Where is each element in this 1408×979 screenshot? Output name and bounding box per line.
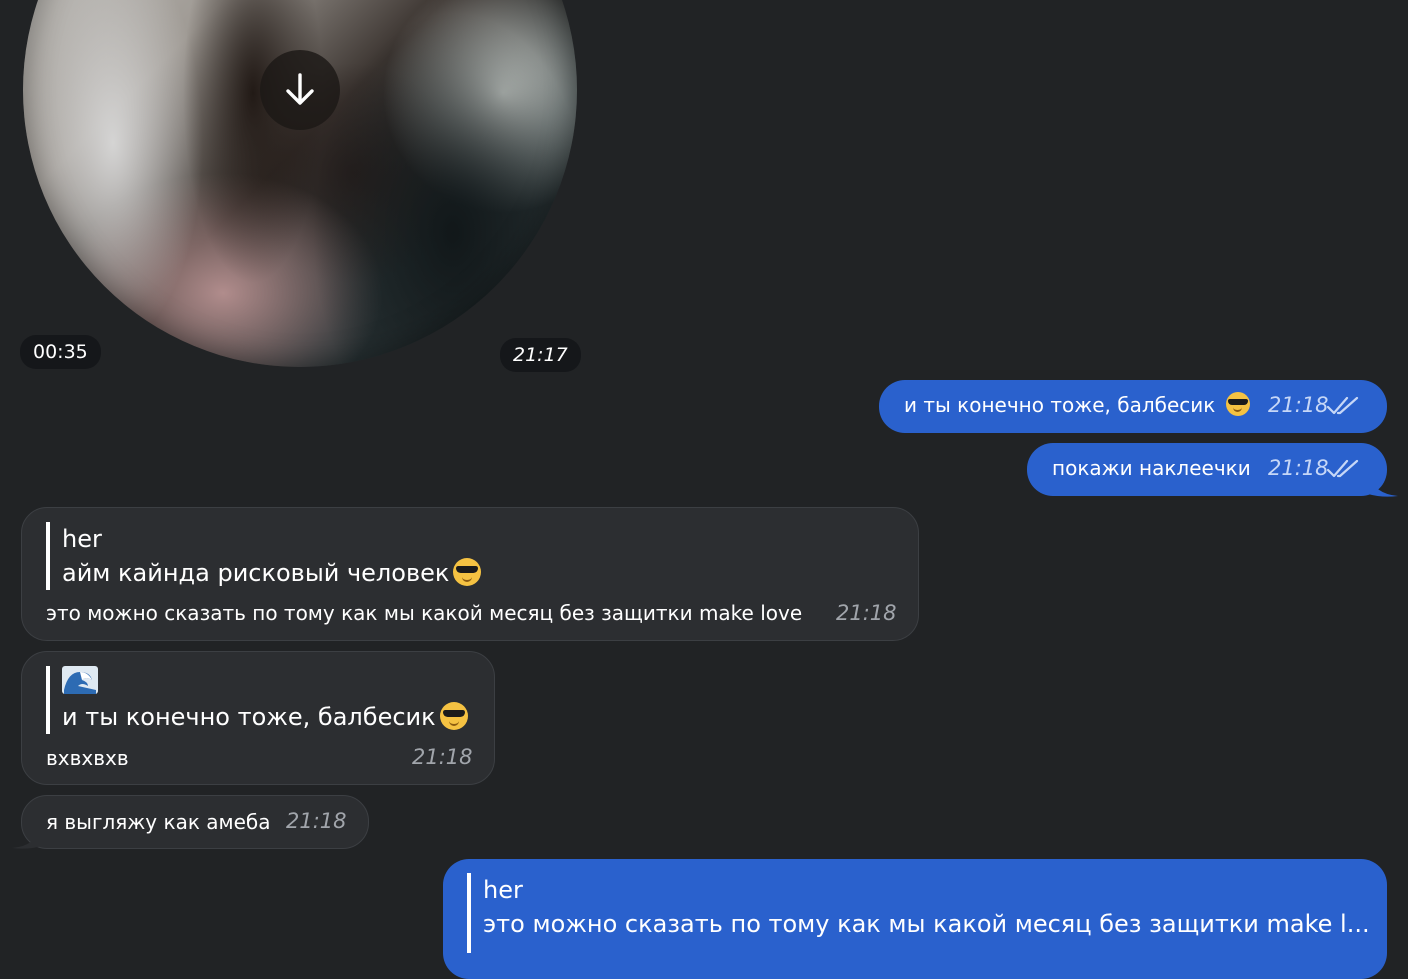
sunglasses-emoji-icon: [1226, 392, 1250, 416]
message-text: и ты конечно тоже, балбесик: [904, 393, 1216, 417]
incoming-message[interactable]: her айм кайнда рисковый человек это можн…: [21, 507, 919, 641]
message-text: я выгляжу как амеба: [46, 810, 271, 834]
reply-author: her: [483, 876, 523, 904]
double-check-icon: [1327, 459, 1359, 478]
outgoing-message[interactable]: her это можно сказать по тому как мы как…: [443, 859, 1387, 979]
message-time: 21:18: [1268, 393, 1329, 417]
message-time: 21:18: [1268, 456, 1329, 480]
outgoing-message[interactable]: и ты конечно тоже, балбесик 21:18: [879, 380, 1387, 433]
reply-author: her: [62, 525, 102, 553]
message-time: 21:18: [836, 601, 897, 625]
water-wave-emoji-icon: [62, 666, 98, 694]
incoming-message[interactable]: и ты конечно тоже, балбесик вхвхвхв 21:1…: [21, 651, 495, 785]
outgoing-message[interactable]: покажи наклеечки 21:18: [1027, 443, 1387, 496]
message-time: 21:18: [412, 745, 473, 769]
reply-text: и ты конечно тоже, балбесик: [62, 703, 436, 731]
video-time: 21:17: [500, 338, 581, 372]
message-text: вхвхвхв: [46, 746, 129, 770]
sunglasses-emoji-icon: [453, 558, 482, 586]
message-time: 21:18: [286, 809, 347, 833]
bubble-tail: [12, 826, 42, 849]
reply-text: это можно сказать по тому как мы какой м…: [483, 910, 1370, 938]
reply-quote[interactable]: her это можно сказать по тому как мы как…: [467, 873, 1370, 953]
download-button[interactable]: [260, 50, 340, 130]
reply-quote[interactable]: her айм кайнда рисковый человек: [46, 522, 482, 590]
arrow-down-icon: [286, 73, 314, 105]
reply-quote[interactable]: и ты конечно тоже, балбесик: [46, 666, 468, 734]
reply-text: айм кайнда рисковый человек: [62, 559, 450, 587]
video-duration: 00:35: [20, 335, 101, 369]
bubble-tail: [1368, 474, 1398, 497]
message-text: это можно сказать по тому как мы какой м…: [46, 601, 803, 625]
message-text: покажи наклеечки: [1052, 456, 1251, 480]
sunglasses-emoji-icon: [439, 702, 468, 730]
incoming-message[interactable]: я выгляжу как амеба 21:18: [21, 795, 369, 849]
double-check-icon: [1327, 396, 1359, 415]
